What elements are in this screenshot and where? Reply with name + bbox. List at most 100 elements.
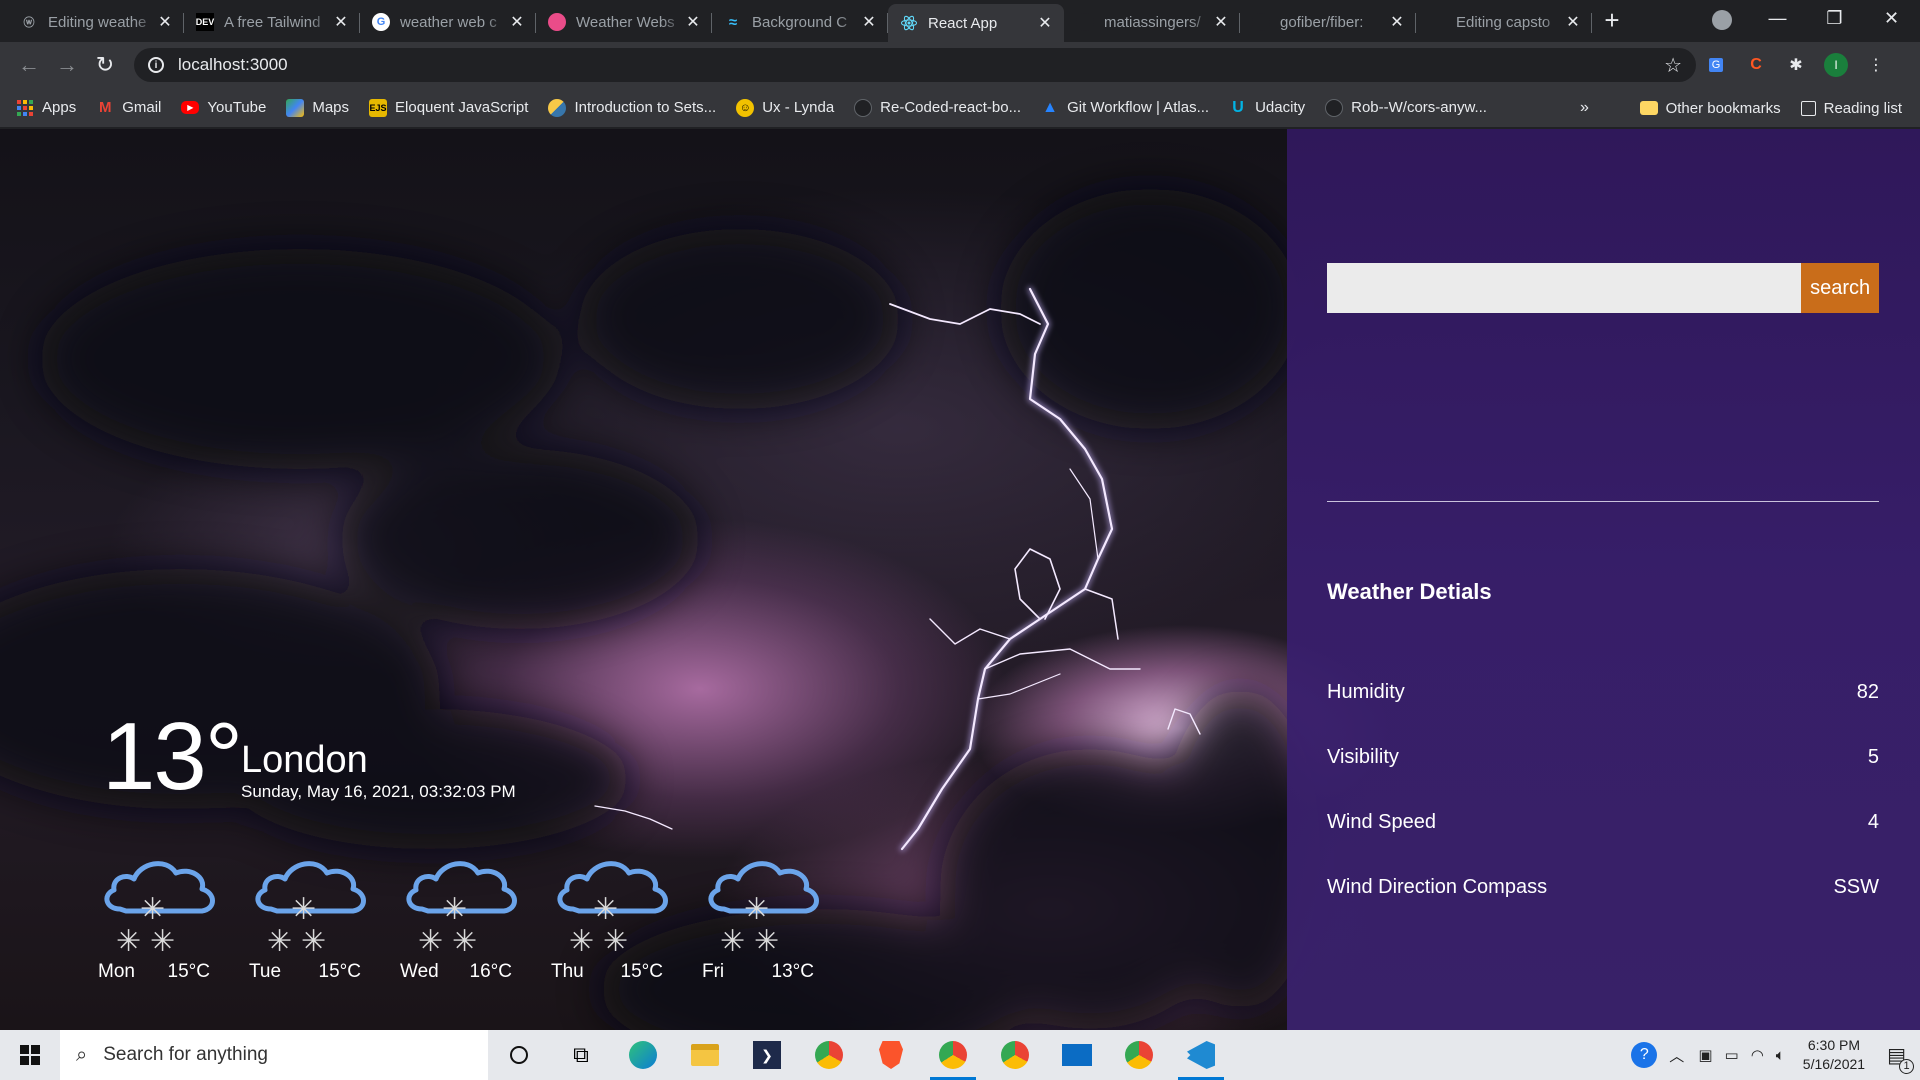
help-icon[interactable]: ? <box>1631 1042 1658 1068</box>
bookmark-git-workflow[interactable]: ▲ Git Workflow | Atlas... <box>1041 99 1209 117</box>
bookmark-intro-sets[interactable]: Introduction to Sets... <box>548 98 716 117</box>
bookmark-star-icon[interactable]: ☆ <box>1664 53 1682 78</box>
bookmark-gmail[interactable]: M Gmail <box>96 99 161 117</box>
tab-dribbble[interactable]: Weather Webs ✕ <box>536 4 712 40</box>
close-tab-icon[interactable]: ✕ <box>1212 12 1230 32</box>
meet-now-icon[interactable]: ▣ <box>1698 1046 1712 1064</box>
translate-extension-icon[interactable]: G <box>1696 48 1736 82</box>
chrome-icon[interactable] <box>922 1030 984 1080</box>
bookmark-label: Re-Coded-react-bo... <box>880 99 1022 116</box>
new-tab-button[interactable]: + <box>1592 5 1632 36</box>
more-bookmarks-chevron[interactable]: » <box>1580 88 1589 128</box>
battery-icon[interactable]: ▭ <box>1725 1046 1739 1064</box>
bookmark-other[interactable]: Other bookmarks <box>1639 100 1781 117</box>
bookmarks-right: Other bookmarks Reading list <box>1639 88 1902 128</box>
back-icon[interactable]: ← <box>10 46 48 84</box>
chrome-icon[interactable] <box>798 1030 860 1080</box>
start-button[interactable] <box>0 1030 60 1080</box>
bookmark-recoded[interactable]: Re-Coded-react-bo... <box>854 98 1022 117</box>
tab-github-matiassingers[interactable]: matiassingers/ ✕ <box>1064 4 1240 40</box>
bookmark-maps[interactable]: Maps <box>286 98 349 117</box>
wordpress-icon <box>1428 13 1446 31</box>
close-window-icon[interactable]: ✕ <box>1863 8 1920 29</box>
forecast-row: ✳ ✳ ✳ Mon 15°C ✳ ✳ ✳ Tue 15°C ✳ ✳ ✳ Wed 16°C ✳ ✳ ✳ … <box>98 853 853 983</box>
windows-logo-icon <box>20 1045 40 1065</box>
close-tab-icon[interactable]: ✕ <box>1388 12 1406 32</box>
task-view-icon[interactable]: ⧉ <box>550 1030 612 1080</box>
address-bar[interactable]: i localhost:3000 ☆ <box>134 48 1696 82</box>
bookmark-youtube[interactable]: ▶ YouTube <box>181 99 266 116</box>
tab-editing-capstone[interactable]: Editing capsto ✕ <box>1416 4 1592 40</box>
svg-text:✳: ✳ <box>442 892 467 927</box>
chrome-icon[interactable] <box>1108 1030 1170 1080</box>
tab-background-css[interactable]: ≈ Background C ✕ <box>712 4 888 40</box>
vscode-icon[interactable] <box>1170 1030 1232 1080</box>
reading-list-button[interactable]: Reading list <box>1800 99 1902 117</box>
bookmark-eloquent-js[interactable]: EJS Eloquent JavaScript <box>369 98 528 117</box>
minimize-icon[interactable]: — <box>1749 8 1806 29</box>
brave-icon[interactable] <box>860 1030 922 1080</box>
bookmark-cors-anywhere[interactable]: Rob--W/cors-anyw... <box>1325 98 1487 117</box>
tab-github-gofiber[interactable]: gofiber/fiber: ✕ <box>1240 4 1416 40</box>
bookmark-lynda[interactable]: ☺ Ux - Lynda <box>736 98 834 117</box>
close-tab-icon[interactable]: ✕ <box>1564 12 1582 32</box>
tab-title: matiassingers/ <box>1104 13 1201 31</box>
detail-label: Visibility <box>1327 746 1399 768</box>
bookmark-label: Git Workflow | Atlas... <box>1067 99 1210 116</box>
taskbar-search-placeholder: Search for anything <box>103 1044 268 1065</box>
notifications-icon[interactable]: ▤ 1 <box>1887 1043 1914 1074</box>
taskbar-search-box[interactable]: ⌕ Search for anything <box>60 1030 488 1080</box>
window-controls: — ❐ ✕ <box>1749 0 1920 36</box>
google-icon: G <box>372 13 390 31</box>
wifi-icon[interactable]: ◠ <box>1751 1046 1764 1064</box>
close-tab-icon[interactable]: ✕ <box>332 12 350 32</box>
site-info-icon[interactable]: i <box>148 57 164 73</box>
close-tab-icon[interactable]: ✕ <box>684 12 702 32</box>
detail-value: 4 <box>1867 811 1879 833</box>
close-tab-icon[interactable]: ✕ <box>1036 13 1054 33</box>
bookmark-udacity[interactable]: U Udacity <box>1229 99 1305 117</box>
mail-icon[interactable] <box>1046 1030 1108 1080</box>
colorzilla-extension-icon[interactable]: C <box>1736 48 1776 82</box>
close-tab-icon[interactable]: ✕ <box>156 12 174 32</box>
tab-search-icon[interactable] <box>1712 10 1732 30</box>
edge-icon[interactable] <box>612 1030 674 1080</box>
powershell-icon[interactable]: ❯ <box>736 1030 798 1080</box>
tab-dev-tailwind[interactable]: DEV A free Tailwind ✕ <box>184 4 360 40</box>
chrome-icon[interactable] <box>984 1030 1046 1080</box>
reload-icon[interactable]: ↻ <box>86 46 124 84</box>
tab-react-app[interactable]: React App ✕ <box>888 4 1064 42</box>
youtube-icon: ▶ <box>181 101 200 114</box>
reading-list-label: Reading list <box>1823 99 1902 117</box>
tab-title: Editing weathe <box>48 13 147 31</box>
detail-label: Humidity <box>1327 681 1405 703</box>
chevron-up-icon[interactable]: ︿ <box>1669 1045 1684 1066</box>
bookmark-apps[interactable]: Apps <box>16 99 76 117</box>
github-icon <box>1325 98 1344 117</box>
book-icon: EJS <box>369 98 388 117</box>
restore-icon[interactable]: ❐ <box>1806 8 1863 29</box>
profile-avatar[interactable]: I <box>1816 48 1856 82</box>
volume-icon[interactable]: 🔈︎ <box>1776 1047 1785 1064</box>
browser-toolbar: ← → ↻ i localhost:3000 ☆ G C ✱ I ⋮ <box>0 42 1920 88</box>
snow-cloud-icon: ✳✳ ✳ <box>557 861 668 957</box>
chrome-menu-icon[interactable]: ⋮ <box>1856 48 1896 82</box>
close-tab-icon[interactable]: ✕ <box>508 12 526 32</box>
forward-icon[interactable]: → <box>48 46 86 84</box>
city-search-input[interactable] <box>1327 263 1802 313</box>
forecast-temp: 15°C <box>318 961 361 982</box>
bookmark-label: YouTube <box>207 99 267 116</box>
tab-title: weather web c <box>400 13 497 31</box>
search-button[interactable]: search <box>1801 263 1879 313</box>
gmail-icon: M <box>98 99 112 116</box>
cortana-icon[interactable] <box>488 1030 550 1080</box>
system-clock[interactable]: 6:30 PM 5/16/2021 <box>1803 1036 1865 1074</box>
tab-editing-weather[interactable]: ⓦ Editing weathe ✕ <box>8 4 184 40</box>
tab-google-search[interactable]: G weather web c ✕ <box>360 4 536 40</box>
file-explorer-icon[interactable] <box>674 1030 736 1080</box>
svg-text:✳: ✳ <box>754 924 779 957</box>
extensions-puzzle-icon[interactable]: ✱ <box>1776 48 1816 82</box>
svg-text:✳: ✳ <box>720 924 745 957</box>
svg-text:✳: ✳ <box>140 892 165 927</box>
close-tab-icon[interactable]: ✕ <box>860 12 878 32</box>
